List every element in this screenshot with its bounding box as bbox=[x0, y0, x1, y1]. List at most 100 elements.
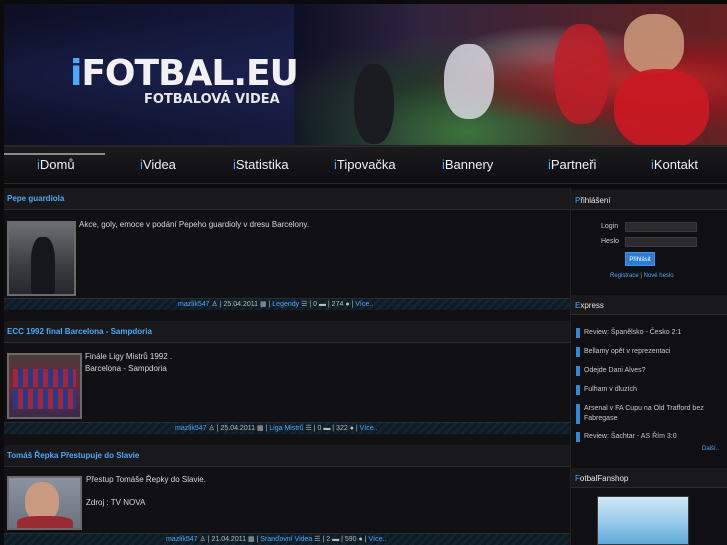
nav-item-videa[interactable]: iVidea bbox=[140, 157, 176, 172]
express-item[interactable]: Fulham v dluzích bbox=[576, 385, 722, 395]
post-thumbnail[interactable] bbox=[7, 353, 82, 419]
header-banner: iFOTBAL.EU FOTBALOVÁ VIDEA bbox=[4, 4, 727, 146]
category-link[interactable]: Liga Mistrů bbox=[269, 425, 303, 432]
banner-photo bbox=[294, 4, 727, 145]
calendar-icon: ▦ bbox=[247, 536, 255, 543]
nav-item-tipovacka[interactable]: iTipovačka bbox=[334, 157, 396, 172]
post-thumbnail[interactable] bbox=[7, 476, 82, 530]
post-meta: mazlik547 ♙ | 25.04.2011 ▦ | Liga Mistrů… bbox=[175, 425, 378, 432]
comment-icon: ▬ bbox=[332, 536, 340, 543]
site-logo[interactable]: iFOTBAL.EU bbox=[70, 53, 299, 94]
post-meta-bar: mazlik547 ♙ | 25.04.2011 ▦ | Liga Mistrů… bbox=[4, 422, 570, 434]
comment-count: 0 bbox=[313, 301, 317, 308]
login-button[interactable]: Přihlásit bbox=[625, 252, 655, 266]
view-count: 590 bbox=[344, 536, 357, 543]
nav-label: Statistika bbox=[235, 157, 289, 172]
author-link[interactable]: mazlik547 bbox=[178, 301, 210, 308]
post-meta-bar: mazlik547 ♙ | 21.04.2011 ▦ | Sranďovní V… bbox=[4, 533, 570, 545]
more-link[interactable]: Více.. bbox=[360, 425, 378, 432]
nav-label: Domů bbox=[39, 157, 75, 172]
list-icon: ☰ bbox=[305, 425, 312, 432]
post-thumbnail[interactable] bbox=[7, 221, 76, 296]
more-link[interactable]: Více.. bbox=[368, 536, 386, 543]
nav-label: Tipovačka bbox=[336, 157, 396, 172]
user-icon: ♙ bbox=[211, 301, 218, 308]
post-date: 25.04.2011 bbox=[220, 425, 255, 432]
nav-item-partneri[interactable]: iPartneři bbox=[548, 157, 596, 172]
calendar-icon: ▦ bbox=[256, 425, 264, 432]
express-item[interactable]: Odejde Dani Alves? bbox=[576, 366, 722, 376]
title-rest: řihlášení bbox=[580, 196, 611, 205]
express-item[interactable]: Bellamy opět v reprezentaci bbox=[576, 347, 722, 357]
title-rest: xpress bbox=[580, 301, 604, 310]
list-icon: ☰ bbox=[314, 536, 321, 543]
post-text-line: Zdroj : TV NOVA bbox=[86, 498, 146, 507]
sidebar: Přihlášení Login Heslo Přihlásit Registr… bbox=[570, 188, 727, 545]
logo-i: i bbox=[70, 53, 82, 94]
comment-icon: ▬ bbox=[318, 301, 326, 308]
express-more-link[interactable]: Další.. bbox=[702, 446, 719, 452]
view-count: 274 bbox=[331, 301, 344, 308]
person-shirt bbox=[17, 516, 73, 528]
author-link[interactable]: mazlik547 bbox=[166, 536, 198, 543]
nav-item-statistika[interactable]: iStatistika bbox=[233, 157, 289, 172]
nav-active-indicator bbox=[4, 153, 105, 155]
view-count: 322 bbox=[336, 425, 348, 432]
title-rest: otbalFanshop bbox=[579, 474, 629, 483]
register-link[interactable]: Registrace bbox=[610, 273, 639, 279]
category-link[interactable]: Legendy bbox=[272, 301, 299, 308]
express-item[interactable]: Review: Španělsko - Česko 2:1 bbox=[576, 328, 722, 338]
player-silhouette bbox=[354, 64, 394, 144]
nav-item-domu[interactable]: iDomů bbox=[37, 157, 75, 172]
nav-label: Bannery bbox=[444, 157, 494, 172]
new-password-link[interactable]: Nové heslo bbox=[644, 273, 674, 279]
info-icon: ● bbox=[345, 301, 350, 308]
fanshop-box-header: FotbalFanshop bbox=[571, 468, 727, 488]
post-title-bar: Tomáš Řepka Přestupuje do Slavie bbox=[4, 445, 570, 467]
content-column: Pepe guardiola Akce, goly, emoce v podán… bbox=[4, 188, 570, 545]
login-box-header: Přihlášení bbox=[571, 190, 727, 210]
post-text: Akce, goly, emoce v podání Pepeho guardi… bbox=[79, 219, 309, 231]
author-link[interactable]: mazlik547 bbox=[175, 425, 207, 432]
team-row bbox=[13, 389, 76, 409]
person-silhouette bbox=[31, 237, 55, 294]
comment-count: 2 bbox=[326, 536, 331, 543]
login-links: Registrace | Nové heslo bbox=[610, 273, 674, 279]
player-silhouette bbox=[554, 24, 609, 124]
team-row bbox=[13, 369, 76, 387]
post-text-line: Přestup Tomáše Řepky do Slavie. bbox=[86, 475, 206, 484]
post-text: Přestup Tomáše Řepky do Slavie. Zdroj : … bbox=[86, 474, 206, 509]
post-text: Finále Ligy Mistrů 1992 . Barcelona - Sa… bbox=[85, 351, 172, 375]
user-icon: ♙ bbox=[199, 536, 206, 543]
calendar-icon: ▦ bbox=[259, 301, 267, 308]
login-field[interactable] bbox=[625, 222, 697, 232]
post-text-line: Barcelona - Sampdoria bbox=[85, 364, 167, 373]
post-title-link[interactable]: ECC 1992 final Barcelona - Sampdoria bbox=[7, 327, 152, 336]
info-icon: ● bbox=[349, 425, 354, 432]
post-title-bar: ECC 1992 final Barcelona - Sampdoria bbox=[4, 321, 570, 343]
user-icon: ♙ bbox=[208, 425, 215, 432]
comment-icon: ▬ bbox=[323, 425, 331, 432]
category-link[interactable]: Sranďovní Videa bbox=[260, 536, 312, 543]
password-field[interactable] bbox=[625, 237, 697, 247]
list-icon: ☰ bbox=[301, 301, 308, 308]
more-link[interactable]: Více.. bbox=[355, 301, 373, 308]
post-date: 21.04.2011 bbox=[211, 536, 246, 543]
nav-item-kontakt[interactable]: iKontakt bbox=[651, 157, 698, 172]
password-label: Heslo bbox=[601, 238, 619, 245]
nav-label: Kontakt bbox=[653, 157, 698, 172]
post-title-link[interactable]: Pepe guardiola bbox=[7, 194, 64, 203]
express-item[interactable]: Arsenal v FA Cupu na Old Trafford bez Fa… bbox=[576, 404, 722, 424]
post-title-link[interactable]: Tomáš Řepka Přestupuje do Slavie bbox=[7, 451, 139, 460]
express-item[interactable]: Review: Šachtar - AS Řím 3:0 bbox=[576, 432, 722, 442]
main-nav: iDomů iVidea iStatistika iTipovačka iBan… bbox=[4, 146, 727, 184]
express-box-title: Express bbox=[575, 301, 604, 310]
link-separator: | bbox=[640, 273, 642, 279]
post-title-bar: Pepe guardiola bbox=[4, 188, 570, 210]
nav-label: Partneři bbox=[550, 157, 597, 172]
nav-item-bannery[interactable]: iBannery bbox=[442, 157, 493, 172]
post-text-line: Akce, goly, emoce v podání Pepeho guardi… bbox=[79, 220, 310, 229]
fanshop-banner-image[interactable] bbox=[597, 496, 689, 545]
fanshop-box-title: FotbalFanshop bbox=[575, 474, 628, 483]
comment-count: 0 bbox=[317, 425, 322, 432]
